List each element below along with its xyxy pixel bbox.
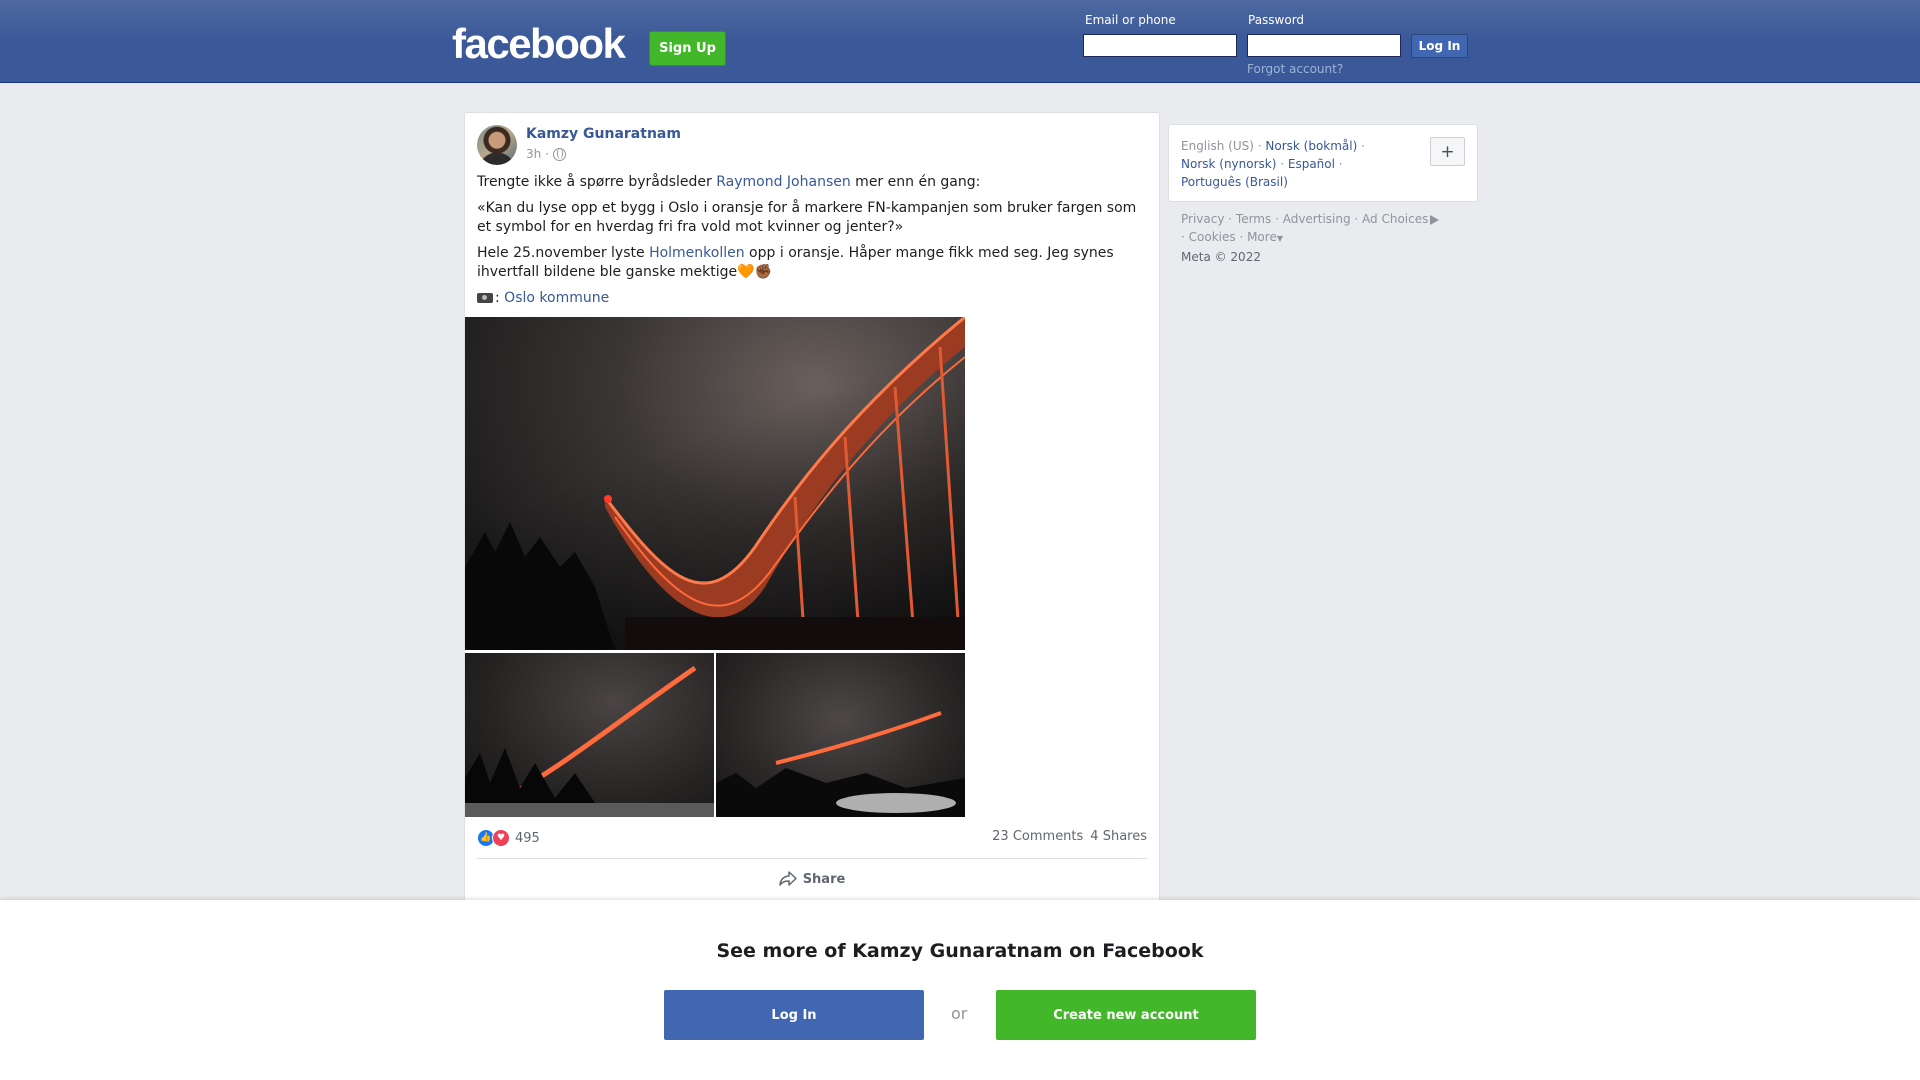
forgot-account-link[interactable]: Forgot account?: [1247, 62, 1343, 76]
camera-icon: [477, 293, 493, 303]
footer-link-privacy[interactable]: Privacy: [1181, 212, 1224, 226]
text-segment: :: [495, 290, 505, 306]
create-account-button[interactable]: Create new account: [996, 990, 1256, 1040]
mention-holmenkollen[interactable]: Holmenkollen: [649, 245, 745, 261]
overlay-title: See more of Kamzy Gunaratnam on Facebook: [716, 940, 1204, 962]
email-field[interactable]: [1083, 34, 1237, 57]
post-photo-main[interactable]: [465, 317, 965, 650]
share-icon: [778, 871, 797, 886]
post-time[interactable]: 3h: [526, 147, 541, 161]
or-separator: or: [951, 1004, 968, 1023]
ski-jump-image: [465, 317, 965, 650]
top-bar: facebook Sign Up Email or phone Password…: [0, 0, 1920, 83]
post-paragraph: Hele 25.november lyste Holmenkollen opp …: [477, 244, 1149, 282]
divider: [477, 858, 1147, 859]
language-box: English (US) · Norsk (bokmål) · Norsk (n…: [1168, 124, 1478, 202]
globe-icon[interactable]: [553, 147, 567, 161]
log-in-button[interactable]: Log In: [1411, 34, 1468, 58]
language-option[interactable]: Norsk (bokmål): [1265, 139, 1357, 153]
language-list: English (US) · Norsk (bokmål) · Norsk (n…: [1181, 139, 1365, 189]
post-author[interactable]: Kamzy Gunaratnam: [526, 126, 681, 142]
post-meta: 3h ·: [526, 147, 567, 161]
footer-link-advertising[interactable]: Advertising: [1283, 212, 1351, 226]
language-option[interactable]: Norsk (nynorsk): [1181, 157, 1276, 171]
post-text: Trengte ikke å spørre byrådsleder Raymon…: [477, 173, 1149, 315]
love-reaction-icon: ♥: [492, 829, 510, 847]
reactions-summary[interactable]: 👍 ♥ 495: [477, 829, 540, 847]
ad-choices-icon: [1430, 214, 1440, 225]
email-label: Email or phone: [1085, 13, 1176, 27]
copyright: Meta © 2022: [1181, 250, 1261, 264]
login-prompt-overlay: See more of Kamzy Gunaratnam on Facebook…: [0, 900, 1920, 1080]
text-segment: Hele 25.november lyste: [477, 245, 650, 261]
shares-count[interactable]: 4 Shares: [1090, 829, 1147, 844]
share-button[interactable]: Share: [465, 867, 1159, 891]
text-segment: Trengte ikke å spørre byrådsleder: [477, 174, 717, 190]
footer-link-ad-choices[interactable]: Ad Choices: [1362, 212, 1428, 226]
facebook-logo[interactable]: facebook: [452, 20, 626, 68]
avatar[interactable]: [477, 125, 517, 165]
language-option[interactable]: Português (Brasil): [1181, 175, 1288, 189]
post-card: Kamzy Gunaratnam 3h · Trengte ikke å spø…: [464, 112, 1160, 904]
caret-down-icon: ▼: [1276, 234, 1283, 243]
post-photo-2[interactable]: [465, 653, 714, 817]
footer-links: Privacy · Terms · Advertising · Ad Choic…: [1181, 210, 1481, 266]
sign-up-button[interactable]: Sign Up: [649, 31, 726, 66]
language-option[interactable]: Español: [1288, 157, 1335, 171]
share-label: Share: [802, 871, 846, 887]
text-segment: mer enn én gang:: [850, 174, 981, 190]
post-quote: «Kan du lyse opp et bygg i Oslo i oransj…: [477, 200, 1137, 235]
footer-link-terms[interactable]: Terms: [1236, 212, 1271, 226]
mention-oslo-kommune[interactable]: Oslo kommune: [504, 290, 609, 306]
post-stats: 23 Comments 4 Shares: [992, 829, 1147, 844]
overlay-log-in-button[interactable]: Log In: [664, 990, 924, 1040]
password-field[interactable]: [1247, 34, 1401, 57]
post-paragraph: Trengte ikke å spørre byrådsleder Raymon…: [477, 173, 1149, 192]
footer-link-cookies[interactable]: Cookies: [1189, 230, 1236, 244]
comments-count[interactable]: 23 Comments: [992, 829, 1083, 844]
more-languages-button[interactable]: +: [1430, 137, 1465, 166]
photo-credit: : Oslo kommune: [477, 289, 1149, 308]
password-label: Password: [1248, 13, 1305, 27]
ski-jump-image: [716, 711, 965, 817]
language-current: English (US): [1181, 139, 1254, 153]
post-photo-3[interactable]: [716, 653, 965, 817]
meta-separator: ·: [545, 147, 550, 161]
mention-raymond-johansen[interactable]: Raymond Johansen: [716, 174, 851, 190]
ski-jump-image: [465, 665, 714, 817]
reaction-count: 495: [515, 830, 540, 846]
footer-link-more[interactable]: More: [1247, 230, 1277, 244]
